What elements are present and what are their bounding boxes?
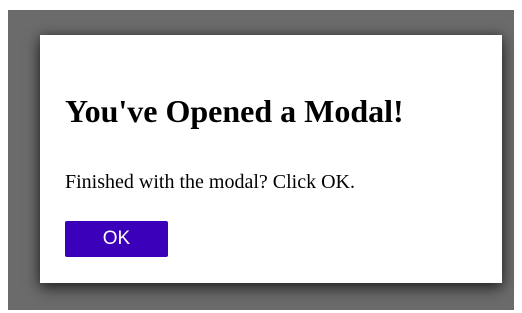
modal-title: You've Opened a Modal! <box>65 93 404 129</box>
ok-button[interactable]: OK <box>65 221 168 257</box>
modal-dialog: You've Opened a Modal! Finished with the… <box>40 35 502 283</box>
modal-message: Finished with the modal? Click OK. <box>65 171 355 193</box>
